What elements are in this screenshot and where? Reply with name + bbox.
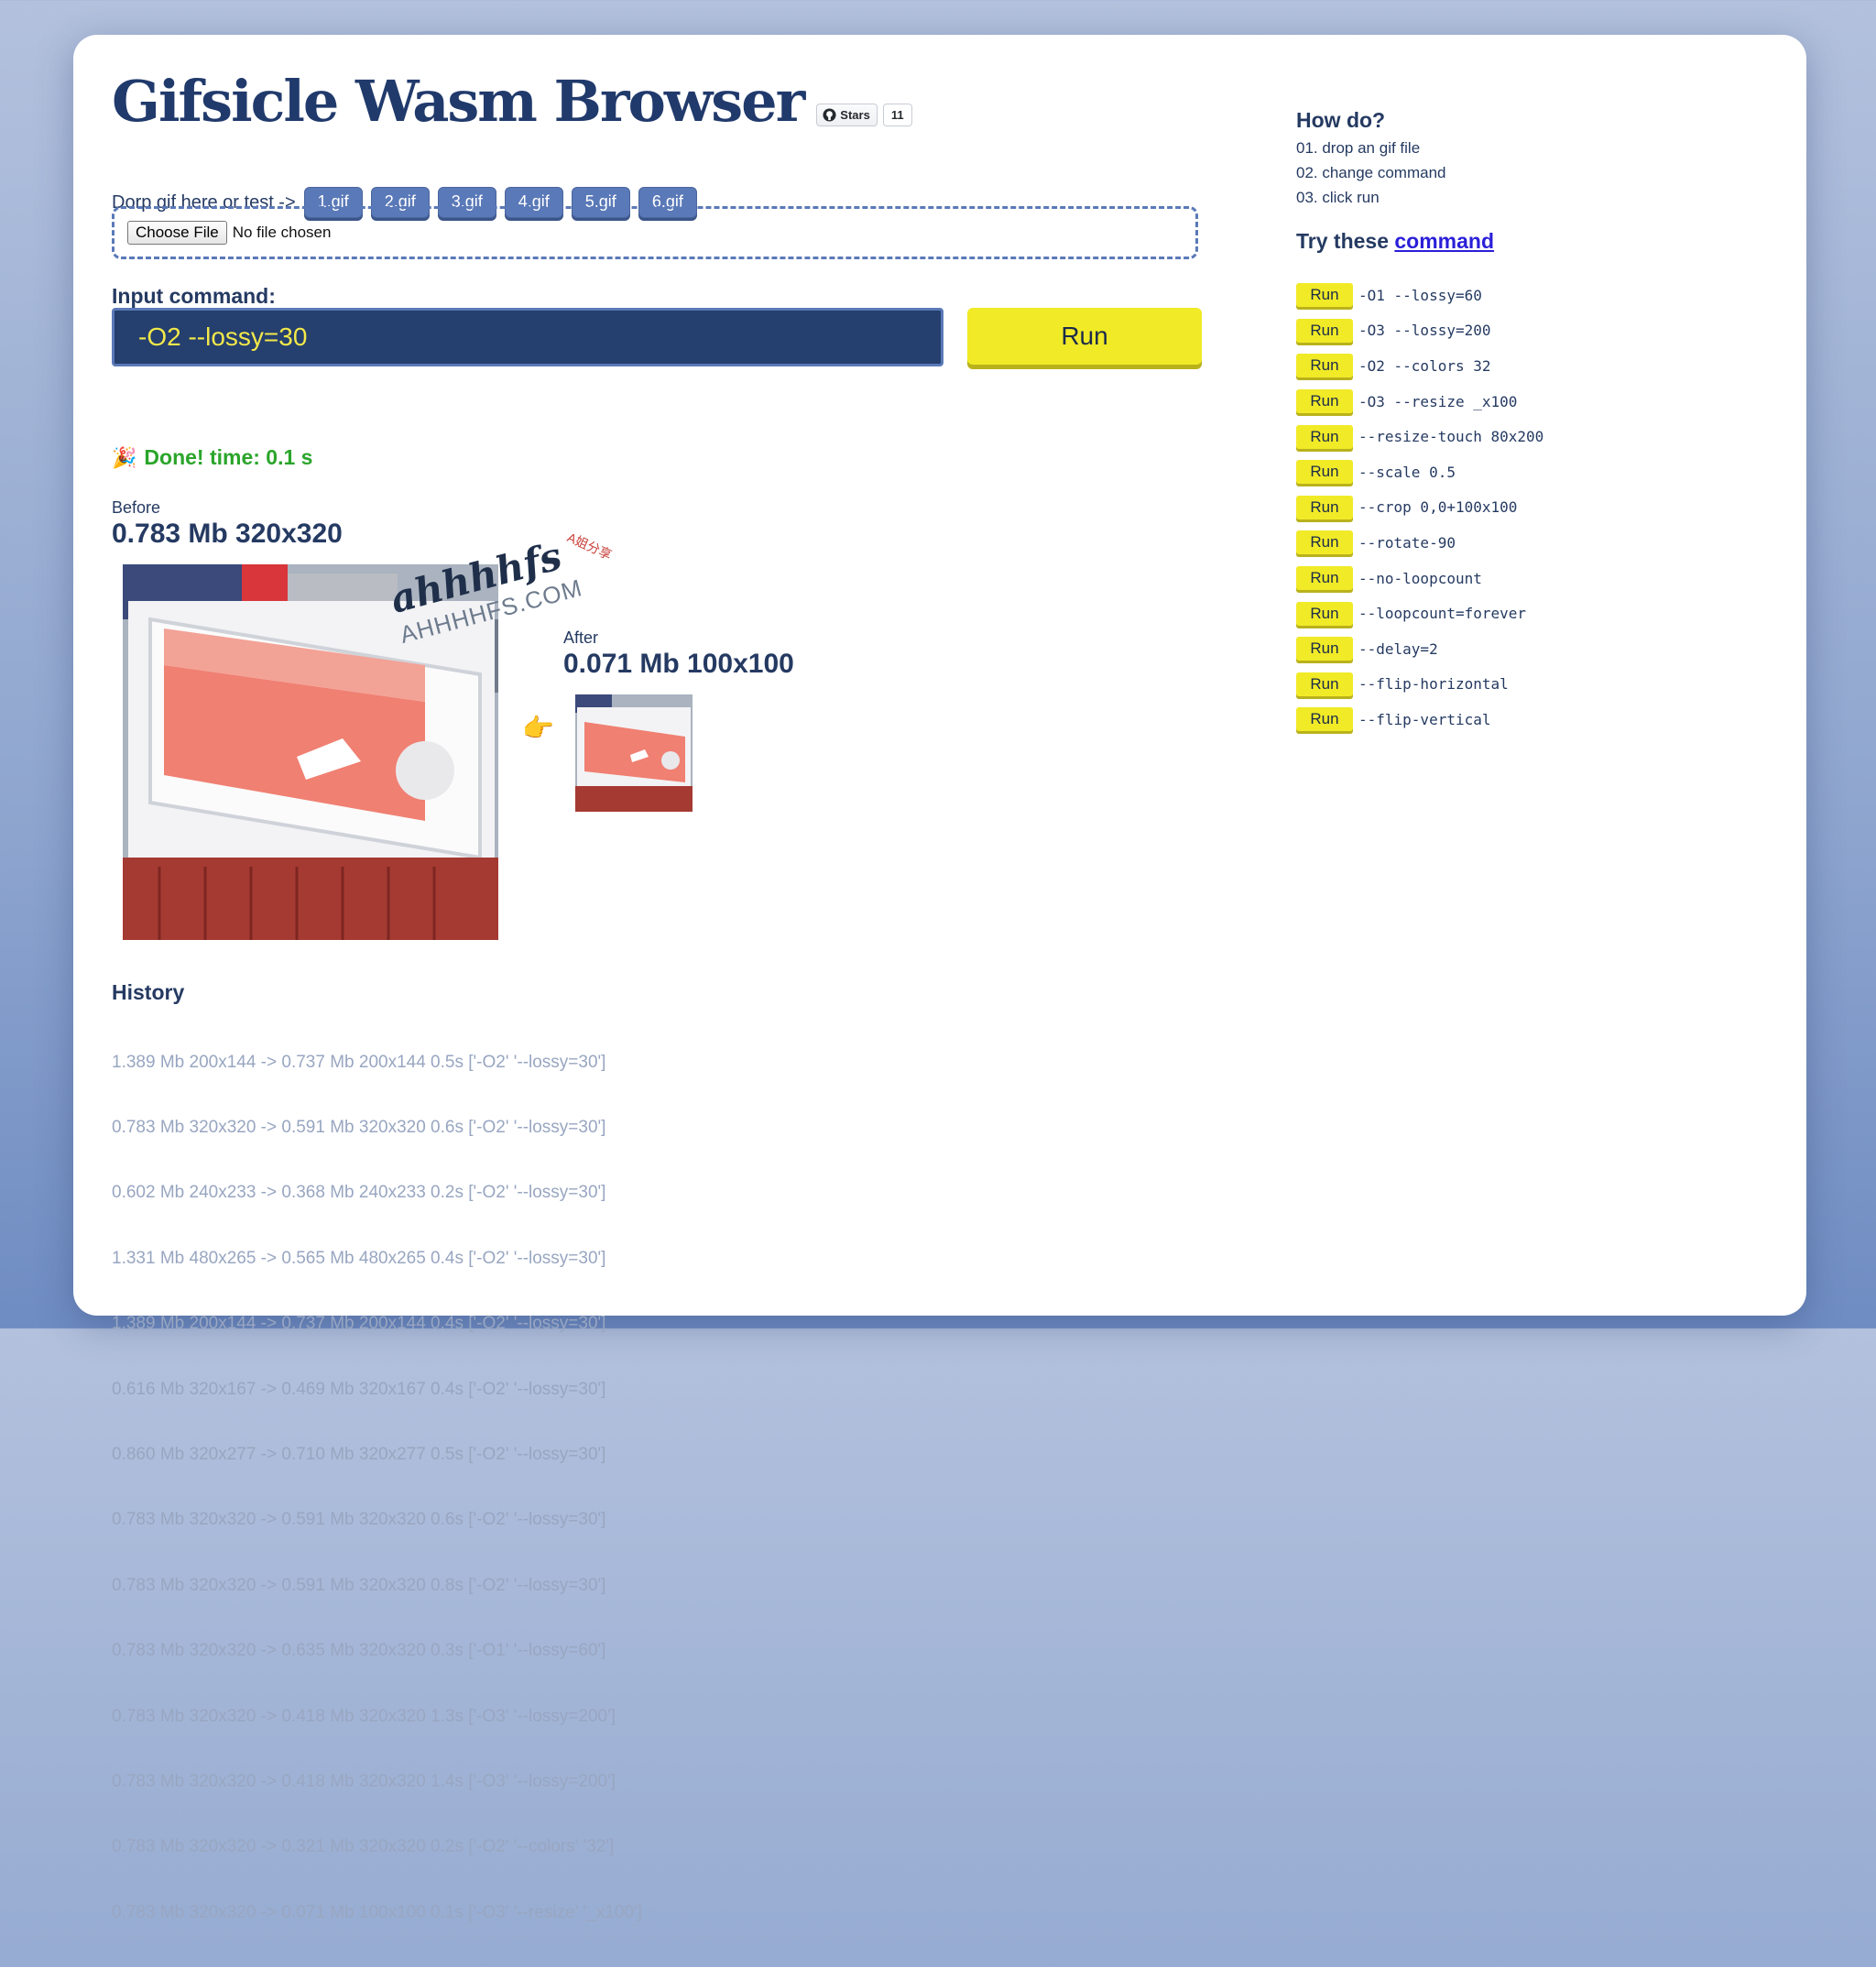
preset-command-text: --flip-horizontal bbox=[1358, 675, 1509, 694]
history-list: 1.389 Mb 200x144 -> 0.737 Mb 200x144 0.5… bbox=[112, 1008, 642, 1967]
preset-run-button[interactable]: Run bbox=[1296, 318, 1353, 343]
step-item: 02. change command bbox=[1296, 164, 1446, 181]
history-item: 0.860 Mb 320x277 -> 0.710 Mb 320x277 0.5… bbox=[112, 1444, 606, 1464]
preset-command-row: Run -O1 --lossy=60 bbox=[1296, 278, 1543, 313]
party-popper-icon: 🎉 bbox=[112, 445, 137, 469]
preset-run-button[interactable]: Run bbox=[1296, 424, 1353, 449]
preset-command-row: Run --resize-touch 80x200 bbox=[1296, 419, 1543, 454]
before-label: Before bbox=[112, 498, 161, 517]
preset-command-row: Run --crop 0,0+100x100 bbox=[1296, 490, 1543, 526]
preset-command-row: Run -O2 --colors 32 bbox=[1296, 348, 1543, 384]
preset-run-button[interactable]: Run bbox=[1296, 530, 1353, 555]
run-button[interactable]: Run bbox=[967, 308, 1202, 365]
watermark-tag: A姐分享 bbox=[564, 530, 615, 563]
preset-run-button[interactable]: Run bbox=[1296, 283, 1353, 308]
history-item: 0.783 Mb 320x320 -> 0.635 Mb 320x320 0.3… bbox=[112, 1641, 606, 1661]
history-item: 0.783 Mb 320x320 -> 0.071 Mb 100x100 0.1… bbox=[112, 1902, 642, 1922]
status-text: Done! time: 0.1 s bbox=[144, 445, 313, 469]
preset-command-row: Run --delay=2 bbox=[1296, 631, 1543, 667]
history-item: 0.783 Mb 320x320 -> 0.591 Mb 320x320 0.6… bbox=[112, 1510, 606, 1530]
preset-command-row: Run -O3 --resize _x100 bbox=[1296, 384, 1543, 420]
main-card: Gifsicle Wasm Browser Stars 11 Dorp gif … bbox=[73, 35, 1806, 1922]
preset-run-button[interactable]: Run bbox=[1296, 389, 1353, 414]
try-heading: Try these command bbox=[1296, 229, 1494, 254]
history-title: History bbox=[112, 980, 185, 1004]
preset-command-list: Run -O1 --lossy=60 Run -O3 --lossy=200 Run… bbox=[1296, 278, 1543, 738]
preset-command-text: --no-loopcount bbox=[1358, 569, 1482, 587]
step-item: 03. click run bbox=[1296, 189, 1380, 206]
preset-command-row: Run --scale 0.5 bbox=[1296, 454, 1543, 490]
github-stars-widget: Stars 11 bbox=[816, 104, 912, 126]
preset-command-text: --loopcount=forever bbox=[1358, 605, 1527, 623]
preset-command-row: Run --loopcount=forever bbox=[1296, 596, 1543, 631]
preset-run-button[interactable]: Run bbox=[1296, 707, 1353, 732]
page-title: Gifsicle Wasm Browser bbox=[112, 68, 805, 135]
preset-run-button[interactable]: Run bbox=[1296, 637, 1353, 661]
history-item: 0.783 Mb 320x320 -> 0.418 Mb 320x320 1.3… bbox=[112, 1706, 616, 1726]
history-item: 0.783 Mb 320x320 -> 0.591 Mb 320x320 0.6… bbox=[112, 1117, 606, 1137]
history-item: 0.783 Mb 320x320 -> 0.591 Mb 320x320 0.8… bbox=[112, 1575, 606, 1595]
history-item: 1.389 Mb 200x144 -> 0.737 Mb 200x144 0.4… bbox=[112, 1314, 606, 1334]
preset-command-text: --flip-vertical bbox=[1358, 710, 1491, 728]
preset-command-text: -O3 --lossy=200 bbox=[1358, 322, 1491, 340]
preset-run-button[interactable]: Run bbox=[1296, 354, 1353, 378]
preset-command-text: -O3 --resize _x100 bbox=[1358, 392, 1518, 410]
preset-run-button[interactable]: Run bbox=[1296, 672, 1353, 696]
preset-run-button[interactable]: Run bbox=[1296, 566, 1353, 591]
preset-command-row: Run --flip-vertical bbox=[1296, 702, 1543, 738]
preset-run-button[interactable]: Run bbox=[1296, 460, 1353, 485]
file-status: No file chosen bbox=[232, 224, 332, 241]
command-input[interactable]: -O2 --lossy=30 bbox=[112, 308, 943, 366]
preset-run-button[interactable]: Run bbox=[1296, 495, 1353, 519]
preset-command-text: --rotate-90 bbox=[1358, 533, 1456, 552]
title-row: Gifsicle Wasm Browser Stars 11 bbox=[112, 73, 912, 130]
preset-run-button[interactable]: Run bbox=[1296, 601, 1353, 626]
github-stars-count[interactable]: 11 bbox=[882, 104, 912, 126]
history-item: 1.331 Mb 480x265 -> 0.565 Mb 480x265 0.4… bbox=[112, 1248, 606, 1268]
github-stars-label: Stars bbox=[840, 108, 870, 122]
preset-command-row: Run --rotate-90 bbox=[1296, 525, 1543, 561]
status-message: 🎉 Done! time: 0.1 s bbox=[112, 445, 312, 470]
preset-command-text: --scale 0.5 bbox=[1358, 463, 1456, 481]
history-item: 0.616 Mb 320x167 -> 0.469 Mb 320x167 0.4… bbox=[112, 1379, 606, 1399]
preset-command-row: Run --flip-horizontal bbox=[1296, 667, 1543, 703]
preset-command-text: -O1 --lossy=60 bbox=[1358, 286, 1482, 304]
before-size: 0.783 Mb 320x320 bbox=[112, 519, 343, 549]
preset-command-text: -O2 --colors 32 bbox=[1358, 356, 1491, 375]
preset-command-row: Run -O3 --lossy=200 bbox=[1296, 313, 1543, 349]
preset-command-text: --resize-touch 80x200 bbox=[1358, 428, 1544, 446]
github-stars-button[interactable]: Stars bbox=[816, 104, 878, 126]
how-title: How do? bbox=[1296, 108, 1386, 132]
pointing-hand-icon: 👉 bbox=[522, 714, 554, 742]
preset-command-row: Run --no-loopcount bbox=[1296, 561, 1543, 596]
command-label: Input command: bbox=[112, 284, 276, 308]
step-item: 01. drop an gif file bbox=[1296, 139, 1421, 157]
history-item: 0.602 Mb 240x233 -> 0.368 Mb 240x233 0.2… bbox=[112, 1183, 606, 1203]
choose-file-button[interactable]: Choose File bbox=[127, 221, 227, 245]
after-size: 0.071 Mb 100x100 bbox=[563, 649, 794, 679]
history-item: 1.389 Mb 200x144 -> 0.737 Mb 200x144 0.5… bbox=[112, 1052, 606, 1072]
history-item: 0.783 Mb 320x320 -> 0.321 Mb 320x320 0.2… bbox=[112, 1837, 615, 1857]
preset-command-text: --delay=2 bbox=[1358, 639, 1438, 658]
file-dropzone[interactable]: Choose File No file chosen bbox=[112, 206, 1198, 259]
history-item: 0.783 Mb 320x320 -> 0.418 Mb 320x320 1.4… bbox=[112, 1771, 616, 1791]
preset-command-text: --crop 0,0+100x100 bbox=[1358, 498, 1518, 517]
try-prefix: Try these bbox=[1296, 229, 1389, 253]
after-image bbox=[575, 694, 693, 812]
github-icon bbox=[823, 108, 836, 122]
steps-list: 01. drop an gif file 02. change command … bbox=[1296, 136, 1446, 210]
command-docs-link[interactable]: command bbox=[1394, 229, 1494, 253]
after-label: After bbox=[563, 628, 599, 647]
